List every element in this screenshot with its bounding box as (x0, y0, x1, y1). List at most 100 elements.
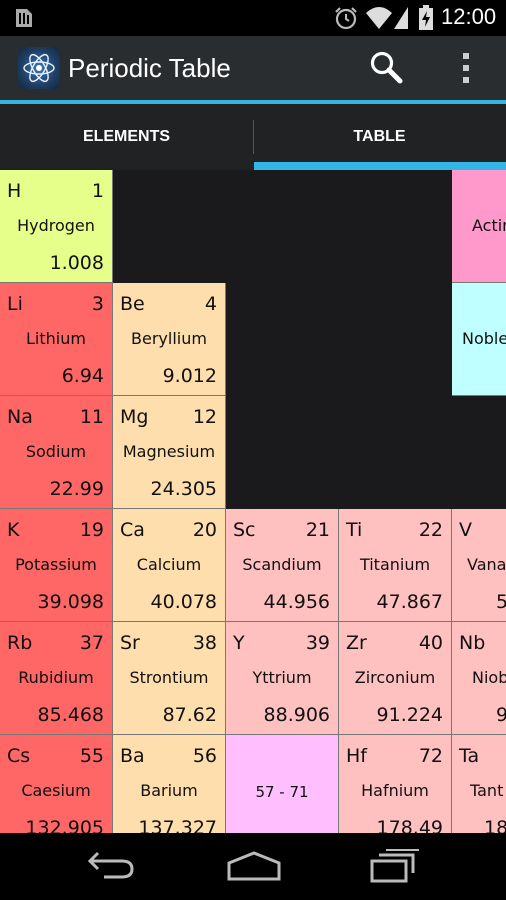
selected-tab-indicator (254, 162, 506, 170)
element-mass: 1.008 (49, 252, 104, 274)
tab-bar: ELEMENTS TABLE (0, 104, 506, 170)
element-symbol: Rb (7, 632, 33, 654)
element-number: 20 (192, 519, 217, 541)
element-number: 56 (192, 745, 217, 767)
legend-noble-gases[interactable]: Noble (452, 283, 506, 396)
element-number: 22 (418, 519, 443, 541)
element-number: 11 (79, 406, 104, 428)
element-symbol: Na (7, 406, 33, 428)
sim-card-icon (16, 9, 32, 27)
element-name: Sodium (25, 442, 87, 461)
element-mass: 178.49 (376, 817, 443, 833)
app-title: Periodic Table (68, 53, 231, 83)
element-number: 19 (79, 519, 104, 541)
element-cell-cs[interactable]: Cs 55 Caesium 132.905 (0, 735, 113, 833)
element-number: 40 (418, 632, 443, 654)
atom-icon (23, 53, 55, 83)
element-cell-be[interactable]: Be 4 Beryllium 9.012 (113, 283, 226, 396)
element-mass: 9.012 (162, 365, 217, 387)
element-name: Rubidium (18, 668, 94, 687)
element-symbol: H (7, 180, 22, 202)
element-mass: 39.098 (37, 591, 104, 613)
element-name: Hydrogen (17, 216, 95, 235)
element-cell-nb[interactable]: Nb Niob 9 (452, 622, 506, 735)
element-symbol: Zr (346, 632, 367, 654)
element-mass: 22.99 (49, 478, 104, 500)
element-name: Zirconium (354, 668, 436, 687)
search-icon[interactable] (368, 49, 404, 85)
element-mass: 137.327 (138, 817, 217, 833)
element-symbol: K (7, 519, 20, 541)
element-symbol: Mg (120, 406, 149, 428)
element-symbol: Ta (459, 745, 480, 767)
element-cell-sc[interactable]: Sc 21 Scandium 44.956 (226, 509, 339, 622)
element-name: Yttrium (252, 668, 312, 687)
element-symbol: Li (7, 293, 23, 315)
alarm-clock-icon (335, 7, 357, 30)
element-symbol: Ti (346, 519, 363, 541)
element-mass: 91.224 (376, 704, 443, 726)
wifi-icon (366, 7, 408, 29)
element-mass: 87.62 (162, 704, 217, 726)
element-mass: 40.078 (150, 591, 217, 613)
element-name: Calcium (136, 555, 202, 574)
element-cell-sr[interactable]: Sr 38 Strontium 87.62 (113, 622, 226, 735)
element-cell-h[interactable]: H 1 Hydrogen 1.008 (0, 170, 113, 283)
element-number: 3 (91, 293, 104, 315)
legend-actinides[interactable]: Actin (452, 170, 506, 283)
element-cell-ta[interactable]: Ta Tant 18 (452, 735, 506, 833)
element-cell-zr[interactable]: Zr 40 Zirconium 91.224 (339, 622, 452, 735)
element-symbol: Sc (233, 519, 256, 541)
element-name: Barium (140, 781, 198, 800)
element-number: 21 (305, 519, 330, 541)
element-number: 55 (79, 745, 104, 767)
element-cell-ti[interactable]: Ti 22 Titanium 47.867 (339, 509, 452, 622)
element-symbol: Y (233, 632, 245, 654)
element-name: Vana (467, 555, 506, 574)
periodic-table-grid[interactable]: H 1 Hydrogen 1.008 Actin Li 3 Lithium 6.… (0, 170, 506, 833)
element-cell-y[interactable]: Y 39 Yttrium 88.906 (226, 622, 339, 735)
legend-label: Noble (462, 329, 506, 348)
element-number: 39 (305, 632, 330, 654)
element-cell-ba[interactable]: Ba 56 Barium 137.327 (113, 735, 226, 833)
element-name: Tant (470, 781, 504, 800)
element-name: Lithium (26, 329, 86, 348)
status-bar: 12:00 (0, 0, 506, 36)
tab-table[interactable]: TABLE (253, 104, 506, 170)
element-symbol: Ba (120, 745, 145, 767)
element-cell-na[interactable]: Na 11 Sodium 22.99 (0, 396, 113, 509)
element-mass: 47.867 (376, 591, 443, 613)
element-number: 12 (192, 406, 217, 428)
element-cell-hf[interactable]: Hf 72 Hafnium 178.49 (339, 735, 452, 833)
element-name: Titanium (359, 555, 431, 574)
element-symbol: Hf (346, 745, 367, 767)
tab-elements[interactable]: ELEMENTS (0, 104, 253, 170)
lanthanide-range: 57 - 71 (255, 783, 309, 801)
element-symbol: Ca (120, 519, 145, 541)
recent-apps-icon[interactable] (369, 849, 421, 883)
clock-time: 12:00 (441, 4, 497, 29)
element-name: Magnesium (122, 442, 216, 461)
element-mass: 88.906 (263, 704, 330, 726)
home-icon[interactable] (226, 849, 282, 883)
element-number: 37 (79, 632, 104, 654)
element-cell-rb[interactable]: Rb 37 Rubidium 85.468 (0, 622, 113, 735)
element-cell-k[interactable]: K 19 Potassium 39.098 (0, 509, 113, 622)
element-cell-ca[interactable]: Ca 20 Calcium 40.078 (113, 509, 226, 622)
atom-app-icon[interactable] (18, 47, 60, 89)
overflow-menu-icon[interactable] (458, 51, 474, 85)
element-name: Niob (472, 668, 506, 687)
element-cell-mg[interactable]: Mg 12 Magnesium 24.305 (113, 396, 226, 509)
element-symbol: Be (120, 293, 145, 315)
element-mass: 18 (484, 817, 506, 833)
legend-label: Actin (472, 216, 506, 235)
element-cell-v[interactable]: V Vana 5 (452, 509, 506, 622)
element-mass: 9 (496, 704, 506, 726)
element-name: Beryllium (131, 329, 207, 348)
element-cell-li[interactable]: Li 3 Lithium 6.94 (0, 283, 113, 396)
element-mass: 85.468 (37, 704, 104, 726)
action-bar: Periodic Table (0, 36, 506, 100)
back-icon[interactable] (86, 849, 138, 883)
lanthanide-range-cell[interactable]: 57 - 71 (226, 735, 339, 833)
element-number: 38 (192, 632, 217, 654)
